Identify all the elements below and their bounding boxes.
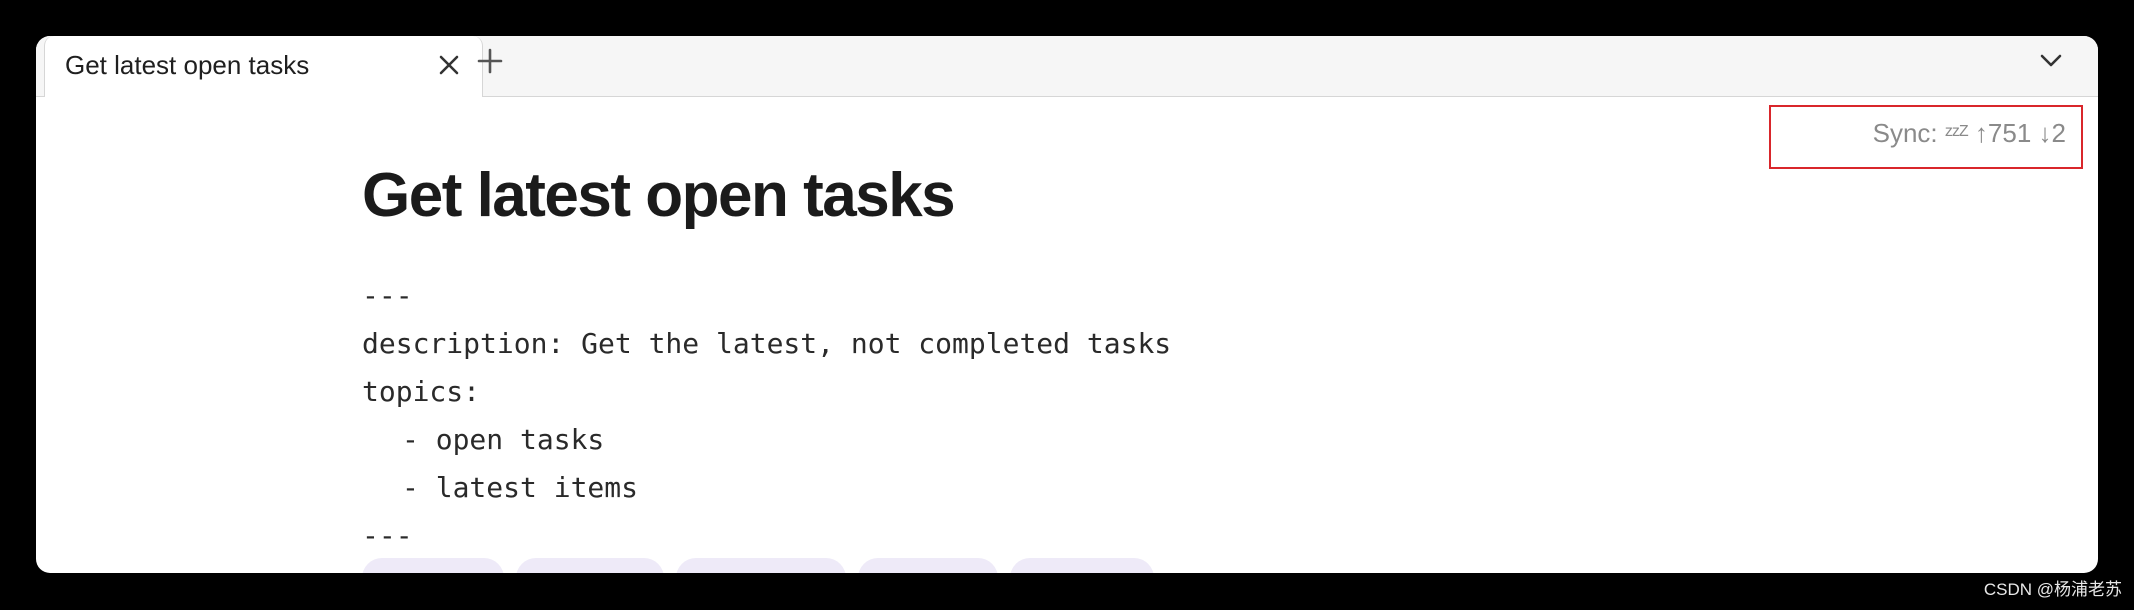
tab-get-latest-open-tasks[interactable]: Get latest open tasks [44, 36, 483, 97]
chevron-down-icon[interactable] [2034, 44, 2068, 78]
tag-pill[interactable] [1010, 558, 1154, 573]
frontmatter-close-delimiter: --- [362, 519, 413, 552]
sync-label: Sync: [1872, 118, 1938, 148]
sync-uploads: ↑751 [1974, 118, 2032, 148]
tag-pill[interactable] [362, 558, 504, 573]
sleep-icon: zzZ [1944, 123, 1969, 140]
tag-pill[interactable] [516, 558, 664, 573]
sync-status[interactable]: Sync: zzZ ↑751 ↓2 [1873, 118, 2066, 149]
close-icon[interactable] [434, 50, 464, 80]
watermark: CSDN @杨浦老苏 [1983, 580, 2122, 599]
tag-list [362, 558, 1154, 573]
note-title[interactable]: Get latest open tasks [362, 160, 956, 231]
tab-bar: Get latest open tasks [36, 36, 2098, 97]
frontmatter-topics-key: topics: [362, 375, 481, 408]
frontmatter-block[interactable]: --- description: Get the latest, not com… [362, 272, 1171, 560]
frontmatter-open-delimiter: --- [362, 279, 413, 312]
plus-icon[interactable] [468, 40, 512, 84]
sync-downloads: ↓2 [2038, 118, 2066, 148]
app-window: Get latest open tasks Sync: zzZ ↑751 ↓2 … [36, 36, 2098, 573]
frontmatter-description: description: Get the latest, not complet… [362, 327, 1172, 360]
tab-title: Get latest open tasks [65, 50, 310, 80]
tag-pill[interactable] [858, 558, 998, 573]
frontmatter-topic-item: - open tasks [402, 423, 605, 456]
frontmatter-topic-item: - latest items [402, 471, 639, 504]
tag-pill[interactable] [676, 558, 846, 573]
